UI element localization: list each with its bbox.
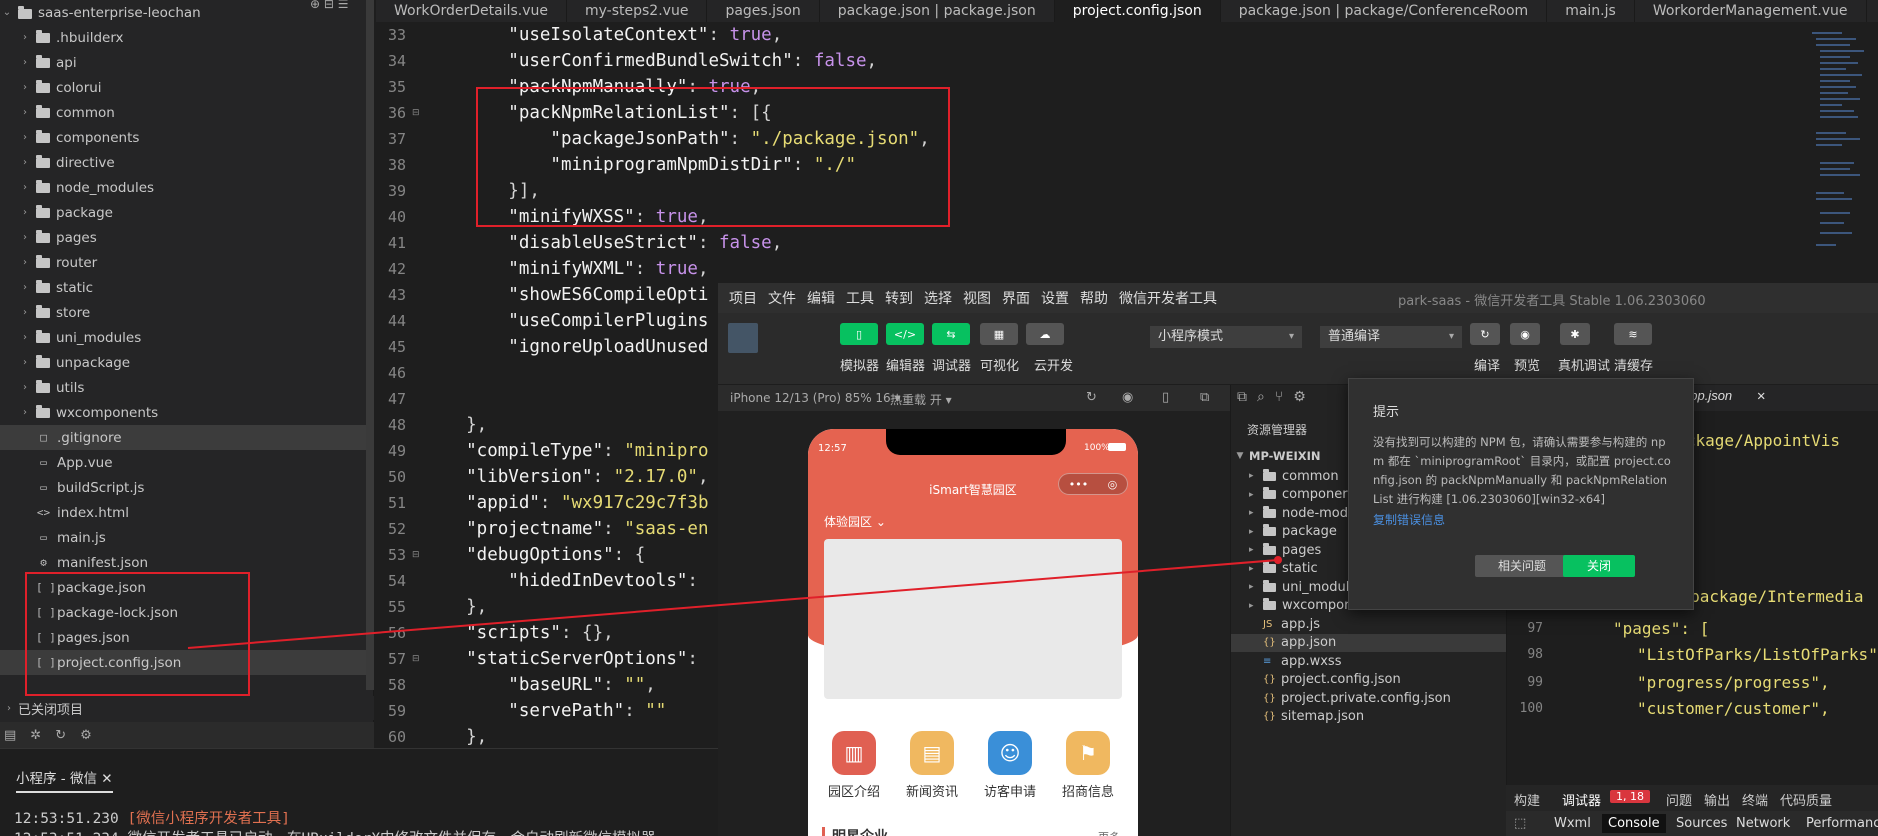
- screen: ⌄ saas-enterprise-leochan ⊕ ⊟ ☰ › .hbuild…: [0, 0, 1878, 836]
- annotation-arrow: [187, 556, 1282, 649]
